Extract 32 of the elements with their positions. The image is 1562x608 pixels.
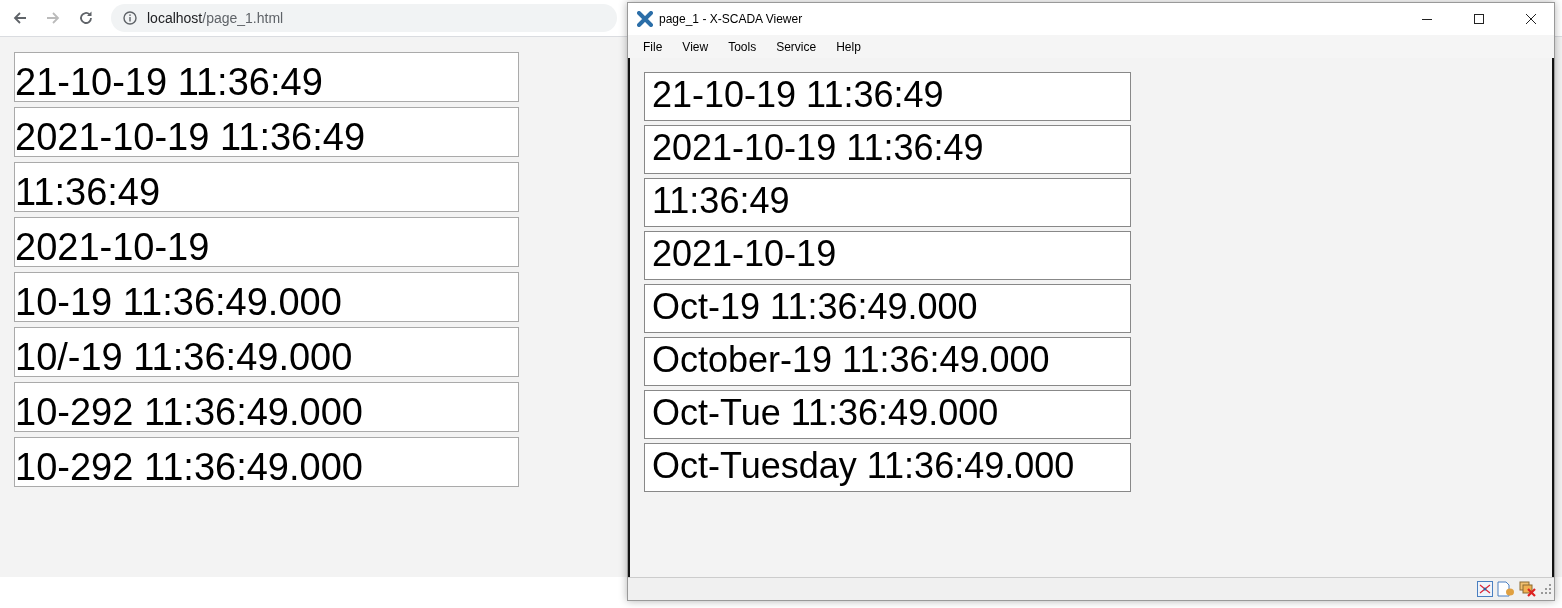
back-icon[interactable] — [12, 10, 28, 26]
datetime-display: 2021-10-19 11:36:49 — [644, 125, 1131, 174]
reload-icon[interactable] — [78, 10, 94, 26]
datetime-display: 11:36:49 — [644, 178, 1131, 227]
window-title: page_1 - X-SCADA Viewer — [659, 12, 803, 26]
menu-item[interactable]: View — [672, 39, 719, 54]
close-windows-icon[interactable] — [1519, 581, 1537, 597]
datetime-display: 21-10-19 11:36:49 — [644, 72, 1131, 121]
info-icon — [123, 11, 137, 25]
datetime-display: October-19 11:36:49.000 — [644, 337, 1131, 386]
menu-item[interactable]: Help — [826, 39, 871, 54]
document-icon[interactable] — [1497, 581, 1515, 597]
datetime-display: 2021-10-19 — [644, 231, 1131, 280]
datetime-display: 2021-10-19 11:36:49 — [14, 107, 519, 157]
datetime-display: 21-10-19 11:36:49 — [14, 52, 519, 102]
datetime-display: Oct-Tue 11:36:49.000 — [644, 390, 1131, 439]
menu-item[interactable]: Tools — [718, 39, 767, 54]
address-text: localhost/page_1.html — [147, 10, 284, 26]
network-icon[interactable] — [1477, 581, 1493, 597]
datetime-display: Oct-19 11:36:49.000 — [644, 284, 1131, 333]
app-logo-icon — [637, 11, 653, 27]
menu-item[interactable]: Service — [766, 39, 827, 54]
datetime-display: 11:36:49 — [14, 162, 519, 212]
datetime-display: 10/-19 11:36:49.000 — [14, 327, 519, 377]
address-bar[interactable]: localhost/page_1.html — [111, 4, 617, 32]
menu-item[interactable]: File — [633, 39, 673, 54]
datetime-display: Oct-Tuesday 11:36:49.000 — [644, 443, 1131, 492]
datetime-display: 2021-10-19 — [14, 217, 519, 267]
datetime-display: 10-292 11:36:49.000 — [14, 437, 519, 487]
datetime-display: 10-292 11:36:49.000 — [14, 382, 519, 432]
resize-grip-icon[interactable] — [1541, 584, 1551, 594]
datetime-display: 10-19 11:36:49.000 — [14, 272, 519, 322]
